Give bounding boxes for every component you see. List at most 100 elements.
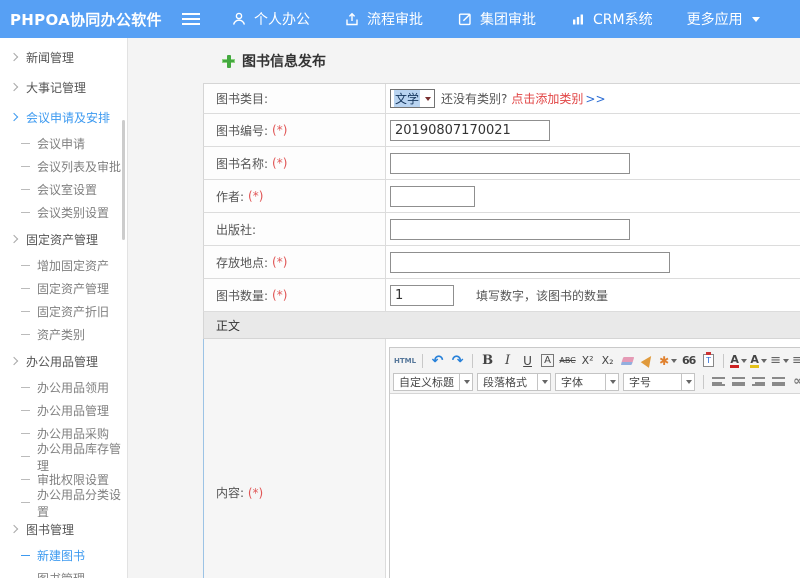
superscript-button[interactable]: X² [578,352,597,370]
dash-icon [21,502,30,503]
hamburger-menu-icon[interactable] [182,13,200,25]
rich-text-editor: HTML ↶ ↷ B I U A ABC X² [389,347,800,578]
font-size-select[interactable]: 字号 [623,373,695,391]
location-label: 存放地点: (*) [204,246,386,278]
ordered-list-button[interactable]: ≡ [769,352,790,370]
blockquote-button[interactable]: 66 [679,352,698,370]
highlight-color-button[interactable]: A [749,352,768,370]
form-row-quantity: 图书数量: (*) 填写数字，该图书的数量 [203,279,800,312]
nav-workflow-approval[interactable]: 流程审批 [344,9,423,29]
sidebar-item-asset-category[interactable]: 资产类别 [0,323,127,346]
subscript-button[interactable]: X₂ [598,352,617,370]
unordered-list-button[interactable]: ≡ [791,352,800,370]
add-category-arrows[interactable]: >> [585,92,605,106]
sidebar-item-asset-manage[interactable]: 固定资产管理 [0,277,127,300]
user-icon [231,11,247,27]
format-brush-button[interactable] [638,352,657,370]
undo-button[interactable]: ↶ [428,352,447,370]
author-label: 作者: (*) [204,180,386,212]
book-name-label: 图书名称: (*) [204,147,386,179]
editor-toolbar: HTML ↶ ↷ B I U A ABC X² [390,348,800,394]
sidebar-item-book-manage[interactable]: 图书管理 [0,567,127,578]
sidebar-item-supplies-mgmt[interactable]: 办公用品管理 [0,346,127,376]
caret-down-icon [671,359,677,363]
sidebar-item-asset-depreciation[interactable]: 固定资产折旧 [0,300,127,323]
book-name-input[interactable] [390,153,630,174]
align-right-icon [752,377,765,386]
sidebar-item-supplies-inventory[interactable]: 办公用品库存管理 [0,445,127,468]
sidebar-item-supplies-classify[interactable]: 办公用品分类设置 [0,491,127,514]
chevron-right-icon [10,357,18,365]
align-justify-button[interactable] [769,373,788,391]
eraser-button[interactable] [618,352,637,370]
sidebar-item-book-new[interactable]: 新建图书 [0,544,127,567]
redo-button[interactable]: ↷ [448,352,467,370]
body-section-header: 正文 [203,312,800,339]
nav-item-label: 更多应用 [687,9,743,29]
sidebar-item-supplies-manage[interactable]: 办公用品管理 [0,399,127,422]
strikethrough-button[interactable]: ABC [558,352,577,370]
align-center-icon [732,377,745,386]
publisher-input[interactable] [390,219,630,240]
dash-icon [21,189,30,190]
clipboard-icon: T [703,354,714,367]
dash-icon [21,311,30,312]
sidebar-item-meeting-apply[interactable]: 会议申请 [0,132,127,155]
custom-title-select[interactable]: 自定义标题 [393,373,473,391]
sidebar-scrollbar-thumb[interactable] [122,120,125,240]
book-info-form: 图书类目: 文学 还没有类别? 点击添加类别 >> 图书编号: (*) [203,83,800,578]
dash-icon [21,479,30,480]
font-color-button[interactable]: A [729,352,748,370]
source-code-button[interactable]: HTML [393,352,417,370]
caret-down-icon [783,359,789,363]
paragraph-format-select[interactable]: 段落格式 [477,373,551,391]
dash-icon [21,387,30,388]
sidebar-item-events-mgmt[interactable]: 大事记管理 [0,72,127,102]
nav-group-approval[interactable]: 集团审批 [457,9,536,29]
sidebar-item-news-mgmt[interactable]: 新闻管理 [0,42,127,72]
sidebar-item-asset-mgmt[interactable]: 固定资产管理 [0,224,127,254]
chevron-right-icon [10,83,18,91]
nav-crm-system[interactable]: CRM系统 [570,9,653,29]
align-right-button[interactable] [749,373,768,391]
main-content: 图书信息发布 图书类目: 文学 还没有类别? 点击添加类别 >> [128,38,800,578]
book-no-label: 图书编号: (*) [204,114,386,146]
add-category-link[interactable]: 点击添加类别 [511,90,583,107]
bold-button[interactable]: B [478,352,497,370]
caret-down-icon [464,380,470,384]
nav-more-apps[interactable]: 更多应用 [687,9,760,29]
sidebar-item-supplies-use[interactable]: 办公用品领用 [0,376,127,399]
align-center-button[interactable] [729,373,748,391]
underline-button[interactable]: U [518,352,537,370]
align-left-button[interactable] [709,373,728,391]
dash-icon [21,288,30,289]
broom-icon [640,353,655,368]
category-select[interactable]: 文学 [390,89,435,108]
autotypeset-button[interactable]: ✱ [658,352,678,370]
editor-body[interactable] [390,394,800,578]
sidebar-item-meeting-list[interactable]: 会议列表及审批 [0,155,127,178]
form-row-location: 存放地点: (*) [203,246,800,279]
insert-link-button[interactable]: ∞ [789,373,800,391]
sidebar-item-meeting-category[interactable]: 会议类别设置 [0,201,127,224]
edit-square-icon [457,11,473,27]
char-border-button[interactable]: A [541,354,554,367]
sidebar-item-meeting-mgmt[interactable]: 会议申请及安排 [0,102,127,132]
quantity-input[interactable] [390,285,454,306]
author-input[interactable] [390,186,475,207]
dash-icon [21,166,30,167]
paste-button[interactable]: T [699,352,718,370]
book-no-input[interactable] [390,120,550,141]
nav-personal-office[interactable]: 个人办公 [231,9,310,29]
green-plus-icon [222,55,235,68]
italic-button[interactable]: I [498,352,517,370]
nav-item-label: CRM系统 [593,9,653,29]
form-row-book-no: 图书编号: (*) [203,114,800,147]
dash-icon [21,265,30,266]
chevron-right-icon [10,113,18,121]
font-family-select[interactable]: 字体 [555,373,619,391]
sidebar-item-asset-add[interactable]: 增加固定资产 [0,254,127,277]
sidebar-item-meeting-room[interactable]: 会议室设置 [0,178,127,201]
bar-chart-icon [570,11,586,27]
location-input[interactable] [390,252,670,273]
